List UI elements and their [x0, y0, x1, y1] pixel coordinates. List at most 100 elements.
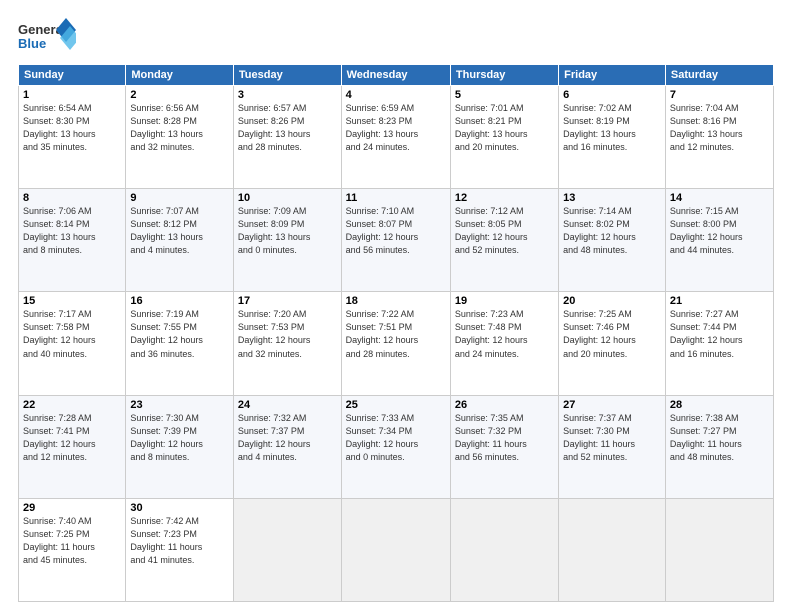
calendar-cell: 14Sunrise: 7:15 AM Sunset: 8:00 PM Dayli… — [665, 189, 773, 292]
calendar-cell: 17Sunrise: 7:20 AM Sunset: 7:53 PM Dayli… — [233, 292, 341, 395]
calendar-cell: 2Sunrise: 6:56 AM Sunset: 8:28 PM Daylig… — [126, 86, 234, 189]
day-info: Sunrise: 7:27 AM Sunset: 7:44 PM Dayligh… — [670, 308, 769, 360]
calendar-cell: 8Sunrise: 7:06 AM Sunset: 8:14 PM Daylig… — [19, 189, 126, 292]
day-number: 28 — [670, 399, 769, 411]
calendar-cell: 25Sunrise: 7:33 AM Sunset: 7:34 PM Dayli… — [341, 395, 450, 498]
day-number: 24 — [238, 399, 337, 411]
day-number: 14 — [670, 192, 769, 204]
header: General Blue — [18, 18, 774, 56]
day-info: Sunrise: 7:23 AM Sunset: 7:48 PM Dayligh… — [455, 308, 554, 360]
day-number: 26 — [455, 399, 554, 411]
day-number: 27 — [563, 399, 661, 411]
day-info: Sunrise: 7:17 AM Sunset: 7:58 PM Dayligh… — [23, 308, 121, 360]
day-info: Sunrise: 7:25 AM Sunset: 7:46 PM Dayligh… — [563, 308, 661, 360]
day-number: 20 — [563, 295, 661, 307]
day-info: Sunrise: 7:15 AM Sunset: 8:00 PM Dayligh… — [670, 205, 769, 257]
day-info: Sunrise: 7:20 AM Sunset: 7:53 PM Dayligh… — [238, 308, 337, 360]
day-number: 17 — [238, 295, 337, 307]
calendar-cell: 28Sunrise: 7:38 AM Sunset: 7:27 PM Dayli… — [665, 395, 773, 498]
weekday-header-row: SundayMondayTuesdayWednesdayThursdayFrid… — [19, 65, 774, 86]
calendar-week-0: 1Sunrise: 6:54 AM Sunset: 8:30 PM Daylig… — [19, 86, 774, 189]
day-info: Sunrise: 7:37 AM Sunset: 7:30 PM Dayligh… — [563, 412, 661, 464]
day-info: Sunrise: 6:56 AM Sunset: 8:28 PM Dayligh… — [130, 102, 229, 154]
logo-svg: General Blue — [18, 18, 76, 56]
day-info: Sunrise: 7:30 AM Sunset: 7:39 PM Dayligh… — [130, 412, 229, 464]
day-number: 16 — [130, 295, 229, 307]
day-info: Sunrise: 7:01 AM Sunset: 8:21 PM Dayligh… — [455, 102, 554, 154]
day-number: 13 — [563, 192, 661, 204]
calendar-cell: 12Sunrise: 7:12 AM Sunset: 8:05 PM Dayli… — [450, 189, 558, 292]
calendar-cell: 5Sunrise: 7:01 AM Sunset: 8:21 PM Daylig… — [450, 86, 558, 189]
calendar-cell: 22Sunrise: 7:28 AM Sunset: 7:41 PM Dayli… — [19, 395, 126, 498]
day-number: 23 — [130, 399, 229, 411]
day-number: 3 — [238, 89, 337, 101]
day-info: Sunrise: 7:10 AM Sunset: 8:07 PM Dayligh… — [346, 205, 446, 257]
weekday-sunday: Sunday — [19, 65, 126, 86]
calendar-cell: 24Sunrise: 7:32 AM Sunset: 7:37 PM Dayli… — [233, 395, 341, 498]
day-info: Sunrise: 7:32 AM Sunset: 7:37 PM Dayligh… — [238, 412, 337, 464]
calendar-cell: 15Sunrise: 7:17 AM Sunset: 7:58 PM Dayli… — [19, 292, 126, 395]
day-info: Sunrise: 7:42 AM Sunset: 7:23 PM Dayligh… — [130, 515, 229, 567]
calendar-cell: 27Sunrise: 7:37 AM Sunset: 7:30 PM Dayli… — [559, 395, 666, 498]
day-number: 30 — [130, 502, 229, 514]
calendar-cell: 11Sunrise: 7:10 AM Sunset: 8:07 PM Dayli… — [341, 189, 450, 292]
day-info: Sunrise: 6:59 AM Sunset: 8:23 PM Dayligh… — [346, 102, 446, 154]
day-number: 7 — [670, 89, 769, 101]
calendar-cell: 10Sunrise: 7:09 AM Sunset: 8:09 PM Dayli… — [233, 189, 341, 292]
svg-text:Blue: Blue — [18, 36, 46, 51]
day-number: 4 — [346, 89, 446, 101]
day-info: Sunrise: 7:06 AM Sunset: 8:14 PM Dayligh… — [23, 205, 121, 257]
calendar-cell — [450, 498, 558, 601]
calendar-week-1: 8Sunrise: 7:06 AM Sunset: 8:14 PM Daylig… — [19, 189, 774, 292]
day-number: 8 — [23, 192, 121, 204]
calendar-cell — [341, 498, 450, 601]
day-number: 12 — [455, 192, 554, 204]
day-info: Sunrise: 7:19 AM Sunset: 7:55 PM Dayligh… — [130, 308, 229, 360]
day-info: Sunrise: 6:57 AM Sunset: 8:26 PM Dayligh… — [238, 102, 337, 154]
weekday-thursday: Thursday — [450, 65, 558, 86]
calendar-cell: 9Sunrise: 7:07 AM Sunset: 8:12 PM Daylig… — [126, 189, 234, 292]
day-info: Sunrise: 7:09 AM Sunset: 8:09 PM Dayligh… — [238, 205, 337, 257]
calendar-cell: 29Sunrise: 7:40 AM Sunset: 7:25 PM Dayli… — [19, 498, 126, 601]
day-info: Sunrise: 7:33 AM Sunset: 7:34 PM Dayligh… — [346, 412, 446, 464]
calendar-week-4: 29Sunrise: 7:40 AM Sunset: 7:25 PM Dayli… — [19, 498, 774, 601]
day-number: 6 — [563, 89, 661, 101]
day-info: Sunrise: 7:04 AM Sunset: 8:16 PM Dayligh… — [670, 102, 769, 154]
day-number: 1 — [23, 89, 121, 101]
calendar-cell: 7Sunrise: 7:04 AM Sunset: 8:16 PM Daylig… — [665, 86, 773, 189]
logo: General Blue — [18, 18, 76, 56]
calendar-cell: 23Sunrise: 7:30 AM Sunset: 7:39 PM Dayli… — [126, 395, 234, 498]
day-number: 5 — [455, 89, 554, 101]
day-number: 19 — [455, 295, 554, 307]
day-number: 21 — [670, 295, 769, 307]
weekday-saturday: Saturday — [665, 65, 773, 86]
day-number: 25 — [346, 399, 446, 411]
day-info: Sunrise: 7:40 AM Sunset: 7:25 PM Dayligh… — [23, 515, 121, 567]
day-number: 22 — [23, 399, 121, 411]
calendar-week-3: 22Sunrise: 7:28 AM Sunset: 7:41 PM Dayli… — [19, 395, 774, 498]
calendar-table: SundayMondayTuesdayWednesdayThursdayFrid… — [18, 64, 774, 602]
calendar-cell: 1Sunrise: 6:54 AM Sunset: 8:30 PM Daylig… — [19, 86, 126, 189]
day-number: 29 — [23, 502, 121, 514]
day-number: 9 — [130, 192, 229, 204]
calendar-cell: 13Sunrise: 7:14 AM Sunset: 8:02 PM Dayli… — [559, 189, 666, 292]
calendar-cell — [233, 498, 341, 601]
day-number: 10 — [238, 192, 337, 204]
calendar-cell: 16Sunrise: 7:19 AM Sunset: 7:55 PM Dayli… — [126, 292, 234, 395]
calendar-cell: 26Sunrise: 7:35 AM Sunset: 7:32 PM Dayli… — [450, 395, 558, 498]
day-info: Sunrise: 7:07 AM Sunset: 8:12 PM Dayligh… — [130, 205, 229, 257]
calendar-cell: 20Sunrise: 7:25 AM Sunset: 7:46 PM Dayli… — [559, 292, 666, 395]
calendar-week-2: 15Sunrise: 7:17 AM Sunset: 7:58 PM Dayli… — [19, 292, 774, 395]
calendar-cell — [665, 498, 773, 601]
day-info: Sunrise: 7:12 AM Sunset: 8:05 PM Dayligh… — [455, 205, 554, 257]
calendar-cell: 6Sunrise: 7:02 AM Sunset: 8:19 PM Daylig… — [559, 86, 666, 189]
calendar-cell: 19Sunrise: 7:23 AM Sunset: 7:48 PM Dayli… — [450, 292, 558, 395]
day-number: 11 — [346, 192, 446, 204]
day-info: Sunrise: 6:54 AM Sunset: 8:30 PM Dayligh… — [23, 102, 121, 154]
calendar-cell: 4Sunrise: 6:59 AM Sunset: 8:23 PM Daylig… — [341, 86, 450, 189]
day-info: Sunrise: 7:28 AM Sunset: 7:41 PM Dayligh… — [23, 412, 121, 464]
weekday-tuesday: Tuesday — [233, 65, 341, 86]
calendar-cell: 18Sunrise: 7:22 AM Sunset: 7:51 PM Dayli… — [341, 292, 450, 395]
weekday-friday: Friday — [559, 65, 666, 86]
calendar-cell: 21Sunrise: 7:27 AM Sunset: 7:44 PM Dayli… — [665, 292, 773, 395]
